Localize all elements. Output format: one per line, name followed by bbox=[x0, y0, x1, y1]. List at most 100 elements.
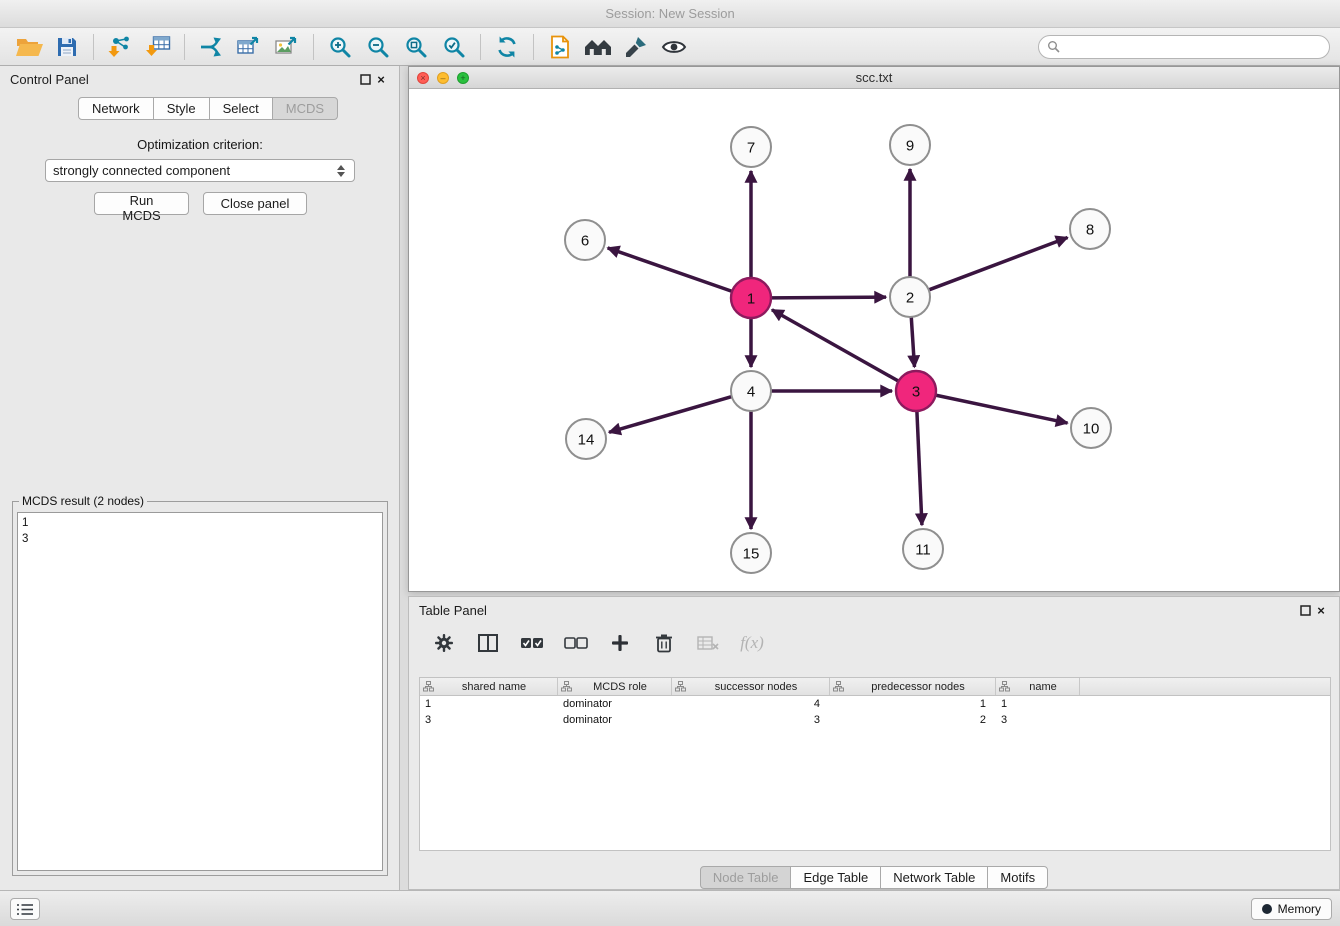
save-icon[interactable] bbox=[48, 31, 86, 63]
graph-edge-1-2[interactable] bbox=[771, 297, 886, 298]
delete-column-icon[interactable] bbox=[649, 628, 679, 658]
zoom-fit-icon[interactable] bbox=[397, 31, 435, 63]
export-table-icon[interactable] bbox=[230, 31, 268, 63]
column-header-name[interactable]: name bbox=[996, 678, 1080, 695]
split-arrows-icon[interactable] bbox=[192, 31, 230, 63]
zoom-out-icon[interactable] bbox=[359, 31, 397, 63]
add-column-icon[interactable] bbox=[605, 628, 635, 658]
toolbar-separator bbox=[533, 34, 534, 60]
graph-node-label-10: 10 bbox=[1083, 420, 1100, 437]
task-history-icon[interactable] bbox=[10, 898, 40, 920]
graph-node-label-15: 15 bbox=[743, 545, 760, 562]
app-titlebar[interactable]: Session: New Session bbox=[0, 0, 1340, 28]
minimize-window-icon[interactable]: – bbox=[437, 72, 449, 84]
control-panel-header: Control Panel × bbox=[0, 66, 399, 92]
table-cell[interactable]: 3 bbox=[672, 714, 830, 726]
open-folder-glyph bbox=[16, 36, 43, 57]
graph-edge-3-1[interactable] bbox=[772, 310, 899, 381]
network-canvas[interactable]: 7968124314101511 bbox=[409, 89, 1339, 591]
tab-select[interactable]: Select bbox=[209, 97, 273, 120]
graph-edge-2-8[interactable] bbox=[929, 237, 1068, 289]
close-panel-button[interactable]: Close panel bbox=[203, 192, 307, 215]
deselect-all-icon[interactable] bbox=[561, 628, 591, 658]
network-window-titlebar[interactable]: scc.txt × – + bbox=[409, 67, 1339, 89]
import-network-icon[interactable] bbox=[101, 31, 139, 63]
select-all-icon[interactable] bbox=[517, 628, 547, 658]
table-cell[interactable]: 3 bbox=[420, 714, 558, 726]
table-cell[interactable]: 1 bbox=[996, 698, 1080, 710]
close-window-icon[interactable]: × bbox=[417, 72, 429, 84]
graph-edge-3-11[interactable] bbox=[917, 411, 922, 525]
close-icon[interactable]: × bbox=[1313, 602, 1329, 618]
column-header-shared-name[interactable]: shared name bbox=[420, 678, 558, 695]
export-image-icon[interactable] bbox=[268, 31, 306, 63]
show-hide-eye-icon[interactable] bbox=[655, 31, 693, 63]
traffic-lights: × – + bbox=[417, 72, 469, 84]
import-table-icon[interactable] bbox=[139, 31, 177, 63]
column-header-MCDS-role[interactable]: MCDS role bbox=[558, 678, 672, 695]
graph-node-label-7: 7 bbox=[747, 139, 755, 156]
column-tree-icon bbox=[423, 681, 434, 692]
zoom-window-icon[interactable]: + bbox=[457, 72, 469, 84]
columns-icon[interactable] bbox=[473, 628, 503, 658]
column-tree-icon bbox=[999, 681, 1010, 692]
table-row[interactable]: 3dominator323 bbox=[420, 712, 1330, 728]
graph-edge-3-10[interactable] bbox=[936, 395, 1068, 423]
close-icon[interactable]: × bbox=[373, 71, 389, 87]
graph-edge-1-6[interactable] bbox=[608, 248, 732, 291]
search-box bbox=[1038, 35, 1330, 59]
column-header-predecessor-nodes[interactable]: predecessor nodes bbox=[830, 678, 996, 695]
table-cell[interactable]: dominator bbox=[558, 698, 672, 710]
table-toolbar: f(x) bbox=[419, 625, 767, 661]
mcds-result-value: 1 bbox=[22, 515, 382, 531]
table-cell[interactable]: 1 bbox=[830, 698, 996, 710]
run-mcds-button[interactable]: Run MCDS bbox=[94, 192, 189, 215]
table-row[interactable]: 1dominator411 bbox=[420, 696, 1330, 712]
table-cell[interactable]: 1 bbox=[420, 698, 558, 710]
table-panel: Table Panel × f(x) shared nameMCDS bbox=[408, 596, 1340, 890]
open-folder-icon[interactable] bbox=[10, 31, 48, 63]
tab-node-table[interactable]: Node Table bbox=[700, 866, 792, 889]
memory-gauge-icon bbox=[1262, 904, 1272, 914]
zoom-in-icon[interactable] bbox=[321, 31, 359, 63]
refresh-icon[interactable] bbox=[488, 31, 526, 63]
table-cell[interactable]: 4 bbox=[672, 698, 830, 710]
table-header-row: shared nameMCDS rolesuccessor nodesprede… bbox=[420, 678, 1330, 696]
graph-edge-4-14[interactable] bbox=[609, 397, 732, 433]
refresh-glyph bbox=[495, 35, 519, 59]
float-window-icon[interactable] bbox=[357, 71, 373, 87]
tab-style[interactable]: Style bbox=[153, 97, 210, 120]
graph-node-label-2: 2 bbox=[906, 289, 914, 306]
table-cell[interactable]: dominator bbox=[558, 714, 672, 726]
mcds-result-list[interactable]: 13 bbox=[17, 512, 383, 871]
table-cell[interactable]: 2 bbox=[830, 714, 996, 726]
graph-node-label-1: 1 bbox=[747, 290, 755, 307]
column-header-successor-nodes[interactable]: successor nodes bbox=[672, 678, 830, 695]
tab-motifs[interactable]: Motifs bbox=[987, 866, 1048, 889]
search-input[interactable] bbox=[1038, 35, 1330, 59]
graph-node-label-6: 6 bbox=[581, 232, 589, 249]
table-body: 1dominator4113dominator323 bbox=[420, 696, 1330, 728]
eye-glyph bbox=[661, 37, 687, 57]
home-glyph bbox=[583, 36, 613, 58]
control-panel-title: Control Panel bbox=[10, 72, 89, 87]
table-cell[interactable]: 3 bbox=[996, 714, 1080, 726]
network-document-icon[interactable] bbox=[541, 31, 579, 63]
graph-node-label-3: 3 bbox=[912, 383, 920, 400]
tab-edge-table[interactable]: Edge Table bbox=[790, 866, 881, 889]
tab-network-table[interactable]: Network Table bbox=[880, 866, 988, 889]
criterion-dropdown[interactable]: strongly connected component bbox=[45, 159, 355, 182]
graph-edge-2-3[interactable] bbox=[911, 317, 914, 367]
function-builder-icon[interactable]: f(x) bbox=[737, 628, 767, 658]
tab-mcds[interactable]: MCDS bbox=[272, 97, 338, 120]
network-document-glyph bbox=[549, 35, 571, 59]
style-paint-icon[interactable] bbox=[617, 31, 655, 63]
zoom-selected-icon[interactable] bbox=[435, 31, 473, 63]
delete-table-icon[interactable] bbox=[693, 628, 723, 658]
float-window-icon[interactable] bbox=[1297, 602, 1313, 618]
gear-icon[interactable] bbox=[429, 628, 459, 658]
column-tree-icon bbox=[833, 681, 844, 692]
memory-button[interactable]: Memory bbox=[1251, 898, 1332, 920]
tab-network[interactable]: Network bbox=[78, 97, 154, 120]
home-icon[interactable] bbox=[579, 31, 617, 63]
